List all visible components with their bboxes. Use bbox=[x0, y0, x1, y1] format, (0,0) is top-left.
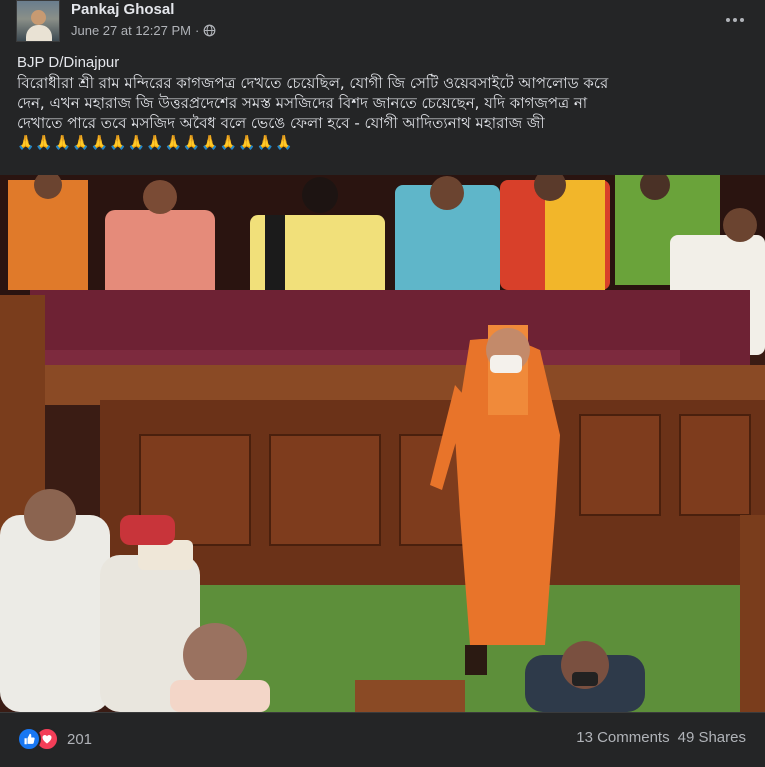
post-text-line: দেখাতে পারে তবে মসজিদ অবৈধ বলে ভেঙে ফেলা… bbox=[17, 114, 545, 132]
post-text: BJP D/Dinajpur বিরোধীরা শ্রী রাম মন্দিরে… bbox=[17, 53, 752, 153]
avatar-face bbox=[31, 10, 46, 25]
post-meta: June 27 at 12:27 PM · bbox=[71, 23, 216, 38]
post-photo[interactable] bbox=[0, 175, 765, 712]
more-dot-icon bbox=[733, 18, 737, 22]
like-reaction-icon bbox=[17, 727, 41, 751]
globe-icon[interactable] bbox=[203, 24, 216, 37]
reactions-count: 201 bbox=[67, 730, 93, 748]
more-dot-icon bbox=[740, 18, 744, 22]
post-footer: 201 13 Comments 49 Shares bbox=[0, 712, 765, 767]
avatar-body bbox=[26, 25, 52, 41]
author-name[interactable]: Pankaj Ghosal bbox=[71, 1, 174, 18]
reactions-summary[interactable]: 201 bbox=[17, 727, 92, 751]
meta-separator: · bbox=[194, 23, 200, 38]
engagement-stats: 13 Comments 49 Shares bbox=[576, 729, 746, 746]
more-dot-icon bbox=[726, 18, 730, 22]
folded-hands-emoji-row: 🙏🙏🙏🙏🙏🙏🙏🙏🙏🙏🙏🙏🙏🙏🙏 bbox=[17, 135, 294, 151]
facebook-post: Pankaj Ghosal June 27 at 12:27 PM · BJP … bbox=[0, 0, 765, 767]
more-options-button[interactable] bbox=[719, 4, 751, 36]
post-header: Pankaj Ghosal June 27 at 12:27 PM · bbox=[16, 0, 751, 46]
author-avatar[interactable] bbox=[16, 0, 60, 42]
post-text-line: দেন, এখন মহারাজ জি উত্তরপ্রদেশের সমস্ত ম… bbox=[17, 94, 588, 112]
photo-illustration bbox=[0, 175, 765, 712]
post-timestamp[interactable]: June 27 at 12:27 PM bbox=[71, 23, 191, 38]
post-text-line: বিরোধীরা শ্রী রাম মন্দিরের কাগজপত্র দেখত… bbox=[17, 74, 609, 92]
shares-count-link[interactable]: 49 Shares bbox=[678, 729, 746, 746]
post-text-line: BJP D/Dinajpur bbox=[17, 54, 120, 71]
comments-count-link[interactable]: 13 Comments bbox=[576, 729, 669, 746]
